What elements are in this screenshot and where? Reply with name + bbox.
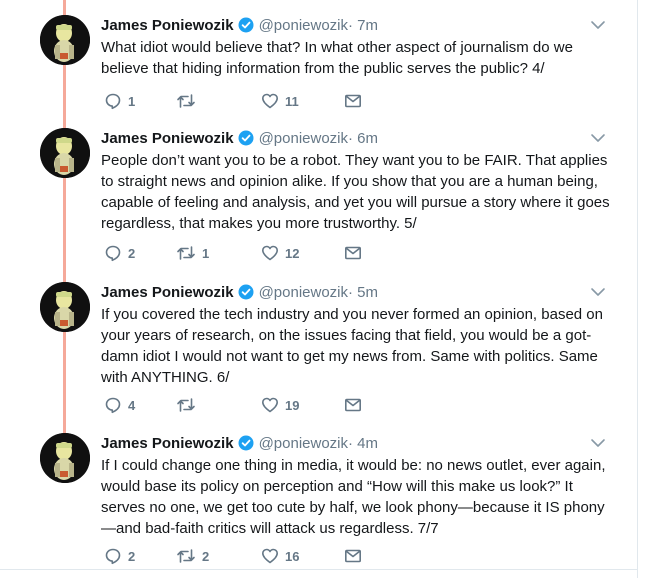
avatar-image	[40, 15, 90, 65]
author-handle[interactable]: @poniewozik	[259, 17, 348, 34]
tweet-actions: 1 11	[101, 92, 441, 112]
heart-icon	[262, 245, 278, 261]
tweet-header: James Poniewozik @poniewozik · 4m	[101, 433, 378, 453]
like-button[interactable]: 12	[261, 244, 299, 262]
tweet-timestamp[interactable]: · 4m	[348, 435, 378, 452]
retweet-button[interactable]	[176, 396, 202, 414]
like-count: 12	[285, 245, 300, 261]
envelope-icon	[344, 549, 361, 563]
author-name[interactable]: James Poniewozik	[101, 130, 234, 147]
direct-message-button[interactable]	[344, 547, 362, 565]
reply-icon	[105, 245, 121, 262]
author-handle[interactable]: @poniewozik	[259, 284, 348, 301]
retweet-icon	[177, 94, 195, 108]
timeline-border	[637, 0, 638, 578]
reply-icon	[105, 397, 121, 414]
verified-badge-icon	[238, 284, 254, 300]
tweet-timestamp[interactable]: · 6m	[348, 130, 378, 147]
retweet-button[interactable]: 2	[176, 547, 209, 565]
chevron-down-icon[interactable]	[590, 18, 606, 32]
timeline-bottom-border	[0, 569, 638, 570]
chevron-down-icon[interactable]	[590, 285, 606, 299]
direct-message-button[interactable]	[344, 244, 362, 262]
direct-message-button[interactable]	[344, 92, 362, 110]
heart-icon	[262, 93, 278, 109]
retweet-icon	[177, 549, 195, 563]
retweet-button[interactable]	[176, 92, 202, 110]
reply-count: 2	[128, 548, 136, 564]
reply-icon	[105, 548, 121, 565]
retweet-count: 2	[202, 548, 210, 564]
tweet-header: James Poniewozik @poniewozik · 6m	[101, 128, 378, 148]
tweet-text: If I could change one thing in media, it…	[101, 457, 606, 537]
tweet-actions: 2 2 16	[101, 547, 441, 567]
tweet-actions: 4 19	[101, 396, 441, 416]
direct-message-button[interactable]	[344, 396, 362, 414]
like-button[interactable]: 19	[261, 396, 299, 414]
reply-count: 1	[128, 93, 136, 109]
reply-icon	[105, 93, 121, 110]
like-count: 19	[285, 397, 300, 413]
tweet-timestamp[interactable]: · 7m	[348, 17, 378, 34]
heart-icon	[262, 548, 278, 564]
like-count: 16	[285, 548, 300, 564]
tweet-text: People don’t want you to be a robot. The…	[101, 152, 610, 232]
envelope-icon	[344, 94, 361, 108]
envelope-icon	[344, 246, 361, 260]
avatar-image	[40, 282, 90, 332]
verified-badge-icon	[238, 435, 254, 451]
retweet-count: 1	[202, 245, 210, 261]
retweet-button[interactable]: 1	[176, 244, 209, 262]
author-name[interactable]: James Poniewozik	[101, 284, 234, 301]
reply-button[interactable]: 1	[104, 92, 135, 110]
tweet-text: What idiot would believe that? In what o…	[101, 39, 573, 77]
like-button[interactable]: 16	[261, 547, 299, 565]
tweet-actions: 2 1 12	[101, 244, 441, 264]
avatar[interactable]	[40, 433, 90, 483]
avatar[interactable]	[40, 128, 90, 178]
tweet-text: If you covered the tech industry and you…	[101, 306, 603, 386]
verified-badge-icon	[238, 17, 254, 33]
avatar-image	[40, 128, 90, 178]
avatar[interactable]	[40, 15, 90, 65]
like-count: 11	[285, 93, 299, 109]
author-handle[interactable]: @poniewozik	[259, 130, 348, 147]
thread-connector-line	[63, 0, 66, 436]
reply-button[interactable]: 2	[104, 244, 135, 262]
retweet-icon	[177, 398, 195, 412]
chevron-down-icon[interactable]	[590, 131, 606, 145]
tweet-header: James Poniewozik @poniewozik · 7m	[101, 15, 378, 35]
like-button[interactable]: 11	[261, 92, 299, 110]
verified-badge-icon	[238, 130, 254, 146]
reply-count: 4	[128, 397, 136, 413]
envelope-icon	[344, 398, 361, 412]
heart-icon	[262, 397, 278, 413]
reply-count: 2	[128, 245, 136, 261]
retweet-icon	[177, 246, 195, 260]
reply-button[interactable]: 4	[104, 396, 135, 414]
reply-button[interactable]: 2	[104, 547, 135, 565]
author-name[interactable]: James Poniewozik	[101, 17, 234, 34]
avatar-image	[40, 433, 90, 483]
author-name[interactable]: James Poniewozik	[101, 435, 234, 452]
tweet-header: James Poniewozik @poniewozik · 5m	[101, 282, 378, 302]
author-handle[interactable]: @poniewozik	[259, 435, 348, 452]
tweet-timestamp[interactable]: · 5m	[348, 284, 378, 301]
chevron-down-icon[interactable]	[590, 436, 606, 450]
avatar[interactable]	[40, 282, 90, 332]
